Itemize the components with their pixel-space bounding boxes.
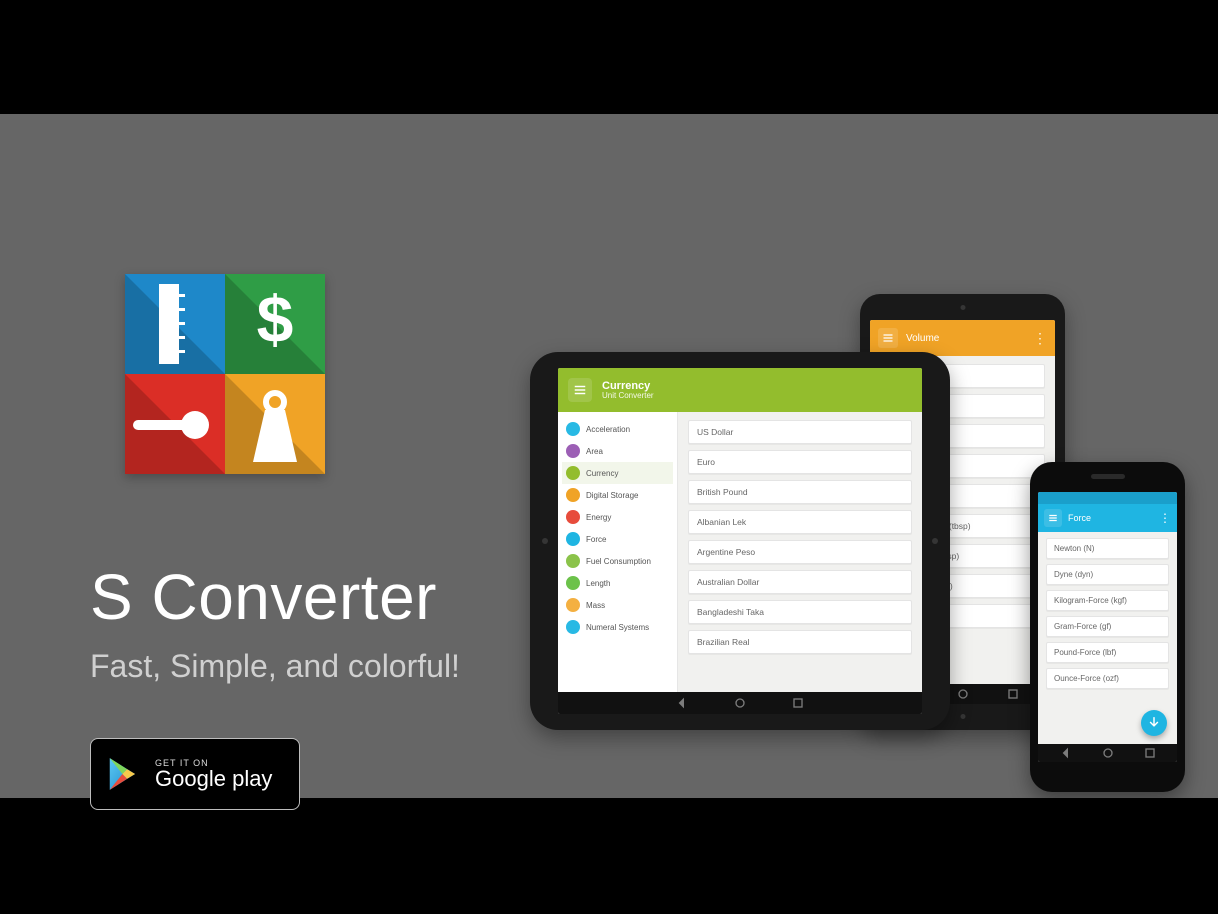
sidebar-item[interactable]: Digital Storage bbox=[562, 484, 673, 506]
list-item[interactable]: Dyne (dyn) bbox=[1046, 564, 1169, 585]
sidebar-item[interactable]: Numeral Systems bbox=[562, 616, 673, 638]
fab-button[interactable] bbox=[1141, 710, 1167, 736]
app-icon: $ bbox=[125, 274, 325, 474]
sidebar-item-label: Numeral Systems bbox=[586, 623, 649, 632]
sidebar-item-label: Mass bbox=[586, 601, 605, 610]
nav-home-icon[interactable] bbox=[732, 695, 748, 711]
icon-quadrant-dollar: $ bbox=[225, 274, 325, 374]
app-subtitle: Fast, Simple, and colorful! bbox=[90, 648, 460, 685]
list-item[interactable]: Pound-Force (lbf) bbox=[1046, 642, 1169, 663]
sidebar-item[interactable]: Fuel Consumption bbox=[562, 550, 673, 572]
tablet-p-title: Volume bbox=[906, 333, 1025, 344]
category-color-icon bbox=[566, 554, 580, 568]
phone: Force ⋮ Newton (N) Dyne (dyn) Kilogram-For… bbox=[1030, 462, 1185, 792]
menu-icon[interactable] bbox=[878, 328, 898, 348]
tablet-l-sidebar: Acceleration Area Currency Digital Storage E… bbox=[558, 412, 678, 692]
list-item[interactable]: US Dollar bbox=[688, 420, 912, 444]
promo-banner: $ S Converter Fast, Simple, and colorful… bbox=[0, 114, 1218, 798]
category-color-icon bbox=[566, 620, 580, 634]
menu-icon[interactable] bbox=[1044, 509, 1062, 527]
device-mockups: Volume ⋮ US Gallon (gal)US Quart (qt)US … bbox=[530, 352, 1190, 832]
sidebar-item[interactable]: Force bbox=[562, 528, 673, 550]
list-item[interactable]: Argentine Peso bbox=[688, 540, 912, 564]
overflow-icon[interactable]: ⋮ bbox=[1159, 511, 1171, 525]
nav-back-icon[interactable] bbox=[674, 695, 690, 711]
tablet-l-subtitle: Unit Converter bbox=[602, 392, 654, 401]
sidebar-item-label: Acceleration bbox=[586, 425, 630, 434]
category-color-icon bbox=[566, 510, 580, 524]
badge-suffix: play bbox=[232, 766, 272, 791]
list-item[interactable]: Australian Dollar bbox=[688, 570, 912, 594]
list-item[interactable]: Ounce-Force (ozf) bbox=[1046, 668, 1169, 689]
sidebar-item-label: Length bbox=[586, 579, 610, 588]
tablet-l-title: Currency bbox=[602, 380, 654, 392]
category-color-icon bbox=[566, 444, 580, 458]
list-item[interactable]: Euro bbox=[688, 450, 912, 474]
sidebar-item[interactable]: Acceleration bbox=[562, 418, 673, 440]
sidebar-item-label: Force bbox=[586, 535, 606, 544]
icon-quadrant-thermometer bbox=[125, 374, 225, 474]
category-color-icon bbox=[566, 598, 580, 612]
google-play-badge[interactable]: GET IT ON Google play bbox=[90, 738, 300, 810]
phone-title: Force bbox=[1068, 513, 1153, 523]
sidebar-item[interactable]: Currency bbox=[562, 462, 673, 484]
sidebar-item-label: Fuel Consumption bbox=[586, 557, 651, 566]
tablet-landscape: Currency Unit Converter Acceleration Area… bbox=[530, 352, 950, 730]
list-item[interactable]: Bangladeshi Taka bbox=[688, 600, 912, 624]
nav-recents-icon[interactable] bbox=[1142, 745, 1158, 761]
overflow-icon[interactable]: ⋮ bbox=[1033, 330, 1047, 347]
list-item[interactable]: Albanian Lek bbox=[688, 510, 912, 534]
nav-back-icon[interactable] bbox=[1058, 745, 1074, 761]
android-navbar bbox=[558, 692, 922, 714]
category-color-icon bbox=[566, 532, 580, 546]
list-item[interactable]: Brazilian Real bbox=[688, 630, 912, 654]
nav-home-icon[interactable] bbox=[955, 686, 971, 702]
android-navbar bbox=[1038, 744, 1177, 762]
svg-text:$: $ bbox=[257, 282, 294, 356]
sidebar-item-label: Currency bbox=[586, 469, 618, 478]
list-item[interactable]: Newton (N) bbox=[1046, 538, 1169, 559]
play-store-icon bbox=[105, 755, 143, 793]
sidebar-item[interactable]: Length bbox=[562, 572, 673, 594]
tablet-l-main: US Dollar Euro British Pound Albanian Lek Ar… bbox=[678, 412, 922, 692]
sidebar-item-label: Area bbox=[586, 447, 603, 456]
category-color-icon bbox=[566, 576, 580, 590]
tablet-l-appbar: Currency Unit Converter bbox=[558, 368, 922, 412]
sidebar-item[interactable]: Area bbox=[562, 440, 673, 462]
app-title: S Converter bbox=[90, 560, 437, 634]
tablet-p-appbar: Volume ⋮ bbox=[870, 320, 1055, 356]
nav-home-icon[interactable] bbox=[1100, 745, 1116, 761]
badge-text: GET IT ON Google play bbox=[155, 758, 272, 790]
nav-recents-icon[interactable] bbox=[790, 695, 806, 711]
phone-appbar: Force ⋮ bbox=[1038, 504, 1177, 532]
sidebar-item-label: Digital Storage bbox=[586, 491, 638, 500]
sidebar-item[interactable]: Energy bbox=[562, 506, 673, 528]
category-color-icon bbox=[566, 488, 580, 502]
category-color-icon bbox=[566, 422, 580, 436]
sidebar-item[interactable]: Mass bbox=[562, 594, 673, 616]
list-item[interactable]: Gram-Force (gf) bbox=[1046, 616, 1169, 637]
icon-quadrant-ruler bbox=[125, 274, 225, 374]
icon-quadrant-weight bbox=[225, 374, 325, 474]
menu-icon[interactable] bbox=[568, 378, 592, 402]
nav-recents-icon[interactable] bbox=[1005, 686, 1021, 702]
category-color-icon bbox=[566, 466, 580, 480]
sidebar-item-label: Energy bbox=[586, 513, 611, 522]
list-item[interactable]: Kilogram-Force (kgf) bbox=[1046, 590, 1169, 611]
badge-brand: Google bbox=[155, 766, 226, 791]
list-item[interactable]: British Pound bbox=[688, 480, 912, 504]
